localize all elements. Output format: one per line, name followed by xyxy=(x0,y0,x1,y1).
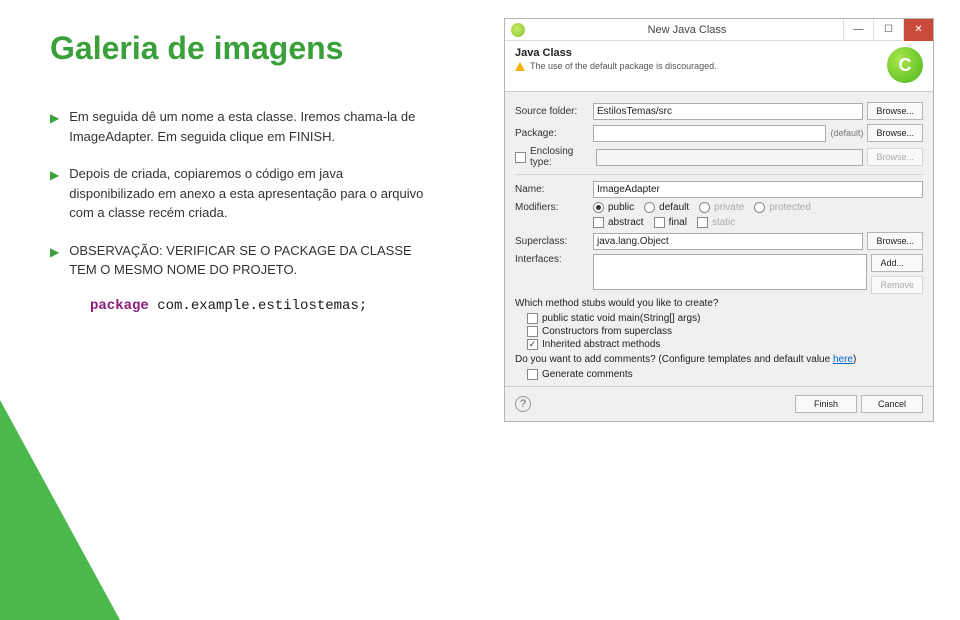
modifier-private-label: private xyxy=(714,202,744,213)
comments-post: ) xyxy=(853,354,856,365)
browse-superclass-button[interactable]: Browse... xyxy=(867,232,923,250)
bullet-text: OBSERVAÇÃO: VERIFICAR SE O PACKAGE DA CL… xyxy=(69,241,430,280)
browse-source-button[interactable]: Browse... xyxy=(867,102,923,120)
interfaces-list[interactable] xyxy=(593,254,867,290)
warning-icon xyxy=(515,62,525,71)
comments-question: Do you want to add comments? (Configure … xyxy=(515,354,923,365)
bullet-text: Depois de criada, copiaremos o código em… xyxy=(69,164,430,223)
modifier-final-checkbox[interactable] xyxy=(654,217,665,228)
modifier-protected-label: protected xyxy=(769,202,811,213)
package-input[interactable] xyxy=(593,125,826,142)
modifier-static-label: static xyxy=(712,217,735,228)
help-icon[interactable]: ? xyxy=(515,396,531,412)
arrow-icon: ▶ xyxy=(50,241,59,280)
stub-main-checkbox[interactable] xyxy=(527,313,538,324)
enclosing-type-input xyxy=(596,149,863,166)
close-button[interactable]: ✕ xyxy=(903,19,933,41)
package-label: Package: xyxy=(515,128,593,139)
app-icon xyxy=(511,23,525,37)
window-title: New Java Class xyxy=(531,24,843,36)
bullet-item: ▶ Em seguida dê um nome a esta classe. I… xyxy=(50,107,430,146)
modifier-abstract-label: abstract xyxy=(608,217,644,228)
minimize-button[interactable]: — xyxy=(843,19,873,41)
modifier-static-checkbox xyxy=(697,217,708,228)
modifier-protected-radio xyxy=(754,202,765,213)
bullet-text: Em seguida dê um nome a esta classe. Ire… xyxy=(69,107,430,146)
arrow-icon: ▶ xyxy=(50,107,59,146)
modifier-private-radio xyxy=(699,202,710,213)
modifier-default-radio[interactable] xyxy=(644,202,655,213)
code-keyword: package xyxy=(90,298,149,314)
superclass-label: Superclass: xyxy=(515,236,593,247)
wizard-banner: Java Class The use of the default packag… xyxy=(505,41,933,92)
add-interface-button[interactable]: Add... xyxy=(871,254,923,272)
modifier-abstract-checkbox[interactable] xyxy=(593,217,604,228)
package-default-hint: (default) xyxy=(830,128,863,138)
stub-main-label: public static void main(String[] args) xyxy=(542,313,700,324)
modifier-public-label: public xyxy=(608,202,634,213)
class-logo-icon: C xyxy=(887,47,923,83)
configure-templates-link[interactable]: here xyxy=(833,354,853,365)
remove-interface-button: Remove xyxy=(871,276,923,294)
maximize-button[interactable]: ☐ xyxy=(873,19,903,41)
stub-constructors-label: Constructors from superclass xyxy=(542,326,672,337)
code-package: com.example.estilostemas; xyxy=(149,298,367,314)
interfaces-label: Interfaces: xyxy=(515,254,593,265)
banner-title: Java Class xyxy=(515,47,887,59)
source-folder-label: Source folder: xyxy=(515,106,593,117)
bullet-item: ▶ Depois de criada, copiaremos o código … xyxy=(50,164,430,223)
enclosing-type-checkbox[interactable] xyxy=(515,152,526,163)
modifier-public-radio[interactable] xyxy=(593,202,604,213)
superclass-input[interactable]: java.lang.Object xyxy=(593,233,863,250)
arrow-icon: ▶ xyxy=(50,164,59,223)
bullet-item: ▶ OBSERVAÇÃO: VERIFICAR SE O PACKAGE DA … xyxy=(50,241,430,280)
enclosing-type-label: Enclosing type: xyxy=(530,146,596,168)
stub-constructors-checkbox[interactable] xyxy=(527,326,538,337)
modifier-final-label: final xyxy=(669,217,687,228)
comments-pre: Do you want to add comments? (Configure … xyxy=(515,354,833,365)
stubs-question: Which method stubs would you like to cre… xyxy=(515,298,923,309)
name-input[interactable]: ImageAdapter xyxy=(593,181,923,198)
stub-inherited-checkbox[interactable]: ✓ xyxy=(527,339,538,350)
finish-button[interactable]: Finish xyxy=(795,395,857,413)
banner-warning-text: The use of the default package is discou… xyxy=(530,61,717,71)
cancel-button[interactable]: Cancel xyxy=(861,395,923,413)
browse-package-button[interactable]: Browse... xyxy=(867,124,923,142)
generate-comments-checkbox[interactable] xyxy=(527,369,538,380)
source-folder-input[interactable]: EstilosTemas/src xyxy=(593,103,863,120)
name-label: Name: xyxy=(515,184,593,195)
new-java-class-dialog: New Java Class — ☐ ✕ Java Class The use … xyxy=(504,18,934,422)
titlebar[interactable]: New Java Class — ☐ ✕ xyxy=(505,19,933,41)
modifier-default-label: default xyxy=(659,202,689,213)
modifiers-label: Modifiers: xyxy=(515,202,593,213)
code-line: package com.example.estilostemas; xyxy=(90,298,430,314)
stub-inherited-label: Inherited abstract methods xyxy=(542,339,660,350)
browse-enclosing-button: Browse... xyxy=(867,148,923,166)
generate-comments-label: Generate comments xyxy=(542,369,633,380)
